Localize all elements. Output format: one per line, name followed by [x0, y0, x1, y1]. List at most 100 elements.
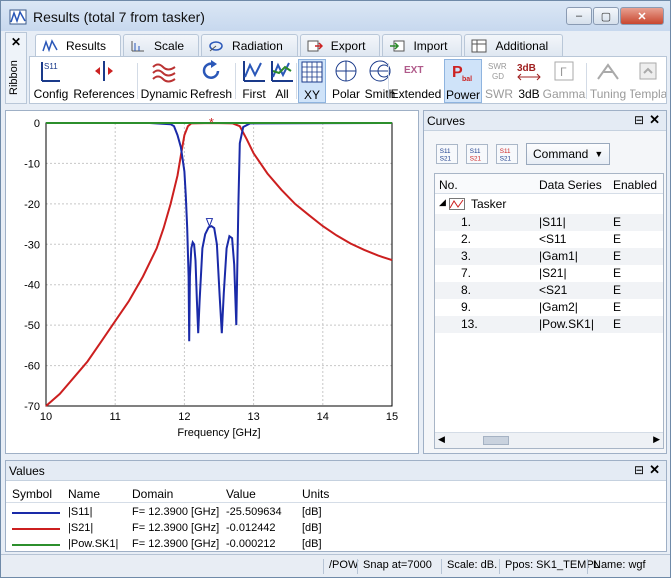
row-series: |Pow.SK1|	[539, 317, 594, 331]
status-scale: Scale: dB.	[441, 559, 497, 574]
table-row[interactable]: 13. |Pow.SK1| E	[435, 316, 663, 333]
first-icon	[243, 61, 265, 82]
config-button[interactable]: S11 Config	[34, 59, 68, 103]
gamma-button[interactable]: Γ Gamma	[543, 59, 585, 103]
ribbon-separator	[137, 63, 138, 99]
s11-s21-icon[interactable]: S11S21	[436, 144, 458, 164]
tab-radiation[interactable]: Radiation	[201, 34, 298, 56]
col-units[interactable]: Units	[302, 487, 329, 501]
table-row[interactable]: |S21| F= 12.3900 [GHz] -0.012442 [dB]	[6, 521, 666, 537]
tree-group-tasker[interactable]: ◢ Tasker	[435, 196, 663, 213]
row-series: |Gam2|	[539, 300, 578, 314]
x-tick-label: 10	[40, 411, 52, 423]
col-domain[interactable]: Domain	[132, 487, 173, 501]
svg-text:GD: GD	[492, 72, 504, 81]
ribbon-close-icon[interactable]: ✕	[11, 35, 21, 49]
table-row[interactable]: 7. |S21| E	[435, 265, 663, 282]
table-row[interactable]: 3. |Gam1| E	[435, 248, 663, 265]
table-row[interactable]: 9. |Gam2| E	[435, 299, 663, 316]
x-tick-label: 11	[109, 411, 120, 423]
command-label: Command	[533, 147, 589, 161]
table-row[interactable]: |Pow.SK1| F= 12.3900 [GHz] -0.000212 [dB…	[6, 537, 666, 553]
s11-symbol	[12, 512, 60, 514]
tab-export[interactable]: Export	[299, 34, 381, 56]
row-series: <S11	[539, 232, 567, 246]
s11-s21-b-icon[interactable]: S11S21	[466, 144, 488, 164]
col-enabled[interactable]: Enabled	[613, 178, 657, 192]
pin-icon[interactable]: ⊟	[634, 463, 644, 477]
svg-text:S21: S21	[470, 155, 482, 162]
scroll-left-icon[interactable]: ◀	[438, 434, 445, 445]
all-button[interactable]: All	[270, 59, 294, 103]
result-chart[interactable]: 10 11 12 13 14 15 0 -10 -20 -30 -40 -50 -60 -70 Freque…	[6, 111, 418, 453]
table-row[interactable]: 8. <S21 E	[435, 282, 663, 299]
row-no: 1.	[461, 215, 472, 229]
tab-label: Additional	[495, 38, 549, 53]
col-value[interactable]: Value	[226, 487, 256, 501]
references-button[interactable]: References	[73, 59, 135, 103]
x-tick-label: 12	[178, 411, 190, 423]
tasker-label: Tasker	[471, 197, 507, 211]
window-title: Results (total 7 from tasker)	[33, 9, 205, 25]
row-enabled: E	[613, 266, 622, 280]
curves-panel-header: Curves ⊟ ✕	[424, 111, 666, 131]
maximize-button[interactable]: ▢	[593, 7, 619, 25]
col-data-series[interactable]: Data Series	[539, 178, 602, 192]
template-button[interactable]: Templa	[630, 59, 666, 103]
polar-button[interactable]: Polar	[330, 59, 362, 103]
table-row[interactable]: |S11| F= 12.3900 [GHz] -25.509634 [dB]	[6, 505, 666, 521]
y-tick-label: -20	[24, 199, 40, 211]
dynamic-button[interactable]: Dynamic	[141, 59, 187, 103]
tab-results[interactable]: Results	[35, 34, 122, 56]
close-button[interactable]: ✕	[620, 7, 664, 25]
collapse-triangle-icon[interactable]: ◢	[439, 197, 446, 208]
polar-icon	[335, 60, 357, 82]
tab-scale[interactable]: Scale	[123, 34, 200, 56]
y-tick-label: 0	[34, 118, 40, 130]
extended-label: Extended	[390, 87, 442, 101]
additional-icon	[471, 39, 487, 52]
s11-s21-c-icon[interactable]: S11S21	[496, 144, 518, 164]
pin-icon[interactable]: ⊟	[634, 113, 644, 127]
row-units: [dB]	[302, 522, 322, 534]
row-value: -25.509634	[226, 506, 282, 518]
xy-grid-icon	[301, 61, 323, 83]
swr-button[interactable]: SWR GD SWR	[484, 59, 514, 103]
tab-additional[interactable]: Additional	[464, 34, 564, 56]
tab-import[interactable]: Import	[382, 34, 463, 56]
extended-button[interactable]: EXT Extended	[390, 59, 442, 103]
values-panel: Values ⊟ ✕ Symbol Name Domain Value Unit…	[5, 460, 667, 552]
close-icon[interactable]: ✕	[649, 112, 660, 128]
ribbon-separator	[235, 63, 236, 99]
col-symbol[interactable]: Symbol	[12, 487, 52, 501]
table-row[interactable]: 1. |S11| E	[435, 214, 663, 231]
col-name[interactable]: Name	[68, 487, 100, 501]
first-button[interactable]: First	[240, 59, 268, 103]
row-no: 13.	[461, 317, 478, 331]
refresh-button[interactable]: Refresh	[190, 59, 232, 103]
chart-panel[interactable]: 10 11 12 13 14 15 0 -10 -20 -30 -40 -50 -60 -70 Freque…	[5, 110, 419, 454]
3db-icon: 3dB	[517, 63, 541, 81]
power-button[interactable]: Pbal Power	[444, 59, 482, 103]
row-no: 7.	[461, 266, 472, 280]
minimize-button[interactable]: –	[566, 7, 592, 25]
table-row[interactable]: 2. <S11 E	[435, 231, 663, 248]
row-series: <S21	[539, 283, 568, 297]
svg-text:S11: S11	[500, 148, 511, 155]
pbal-icon: Pbal	[452, 64, 472, 83]
close-icon[interactable]: ✕	[649, 462, 660, 478]
horizontal-scrollbar[interactable]: ◀ ▶	[435, 432, 663, 448]
scrollbar-thumb[interactable]	[483, 436, 509, 445]
command-dropdown[interactable]: Command ▼	[526, 143, 611, 165]
tuning-button[interactable]: Tuning	[590, 59, 626, 103]
y-tick-label: -60	[24, 361, 40, 373]
3db-button[interactable]: 3dB 3dB	[516, 59, 542, 103]
xy-button[interactable]: XY	[298, 59, 326, 103]
col-no[interactable]: No.	[439, 178, 458, 192]
y-tick-label: -70	[24, 401, 40, 413]
export-icon	[307, 40, 323, 51]
svg-text:S21: S21	[500, 155, 512, 162]
plot-area	[45, 122, 393, 407]
swr-label: SWR	[485, 87, 513, 101]
scroll-right-icon[interactable]: ▶	[653, 434, 660, 445]
